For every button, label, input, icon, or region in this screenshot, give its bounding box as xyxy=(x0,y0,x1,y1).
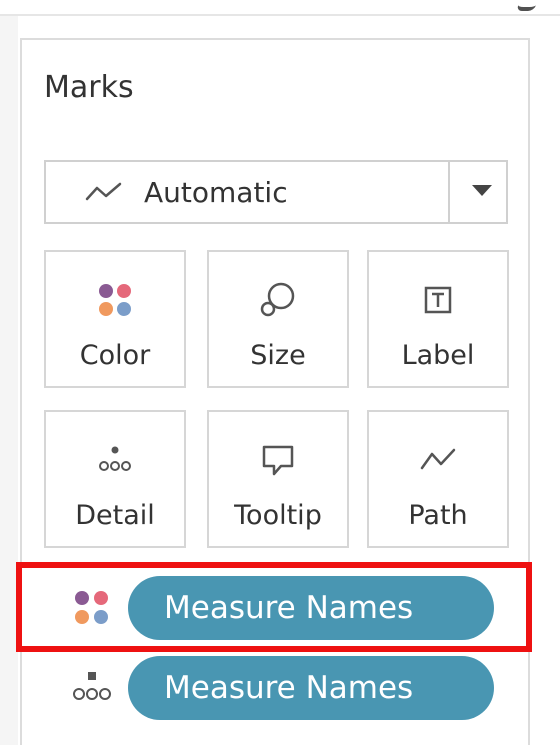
top-right-glyph xyxy=(515,0,539,11)
dropdown-divider xyxy=(448,162,450,222)
size-shelf-button[interactable]: Size xyxy=(207,250,349,388)
detail-shelf-button[interactable]: Detail xyxy=(44,410,186,548)
label-label: Label xyxy=(401,340,475,371)
color-label: Color xyxy=(79,340,151,371)
detail-dots-icon xyxy=(68,664,116,712)
tooltip-shelf-button[interactable]: Tooltip xyxy=(207,410,349,548)
speech-bubble-icon xyxy=(209,438,347,482)
detail-label: Detail xyxy=(75,500,155,531)
line-chart-icon xyxy=(84,177,124,207)
left-rail xyxy=(0,16,18,745)
size-label: Size xyxy=(250,340,306,371)
detail-encoding-row: Measure Names xyxy=(20,650,530,726)
path-label: Path xyxy=(408,500,468,531)
mark-type-dropdown[interactable]: Automatic xyxy=(44,160,508,224)
mark-type-selected-value: Automatic xyxy=(144,175,288,209)
color-shelf-button[interactable]: Color xyxy=(44,250,186,388)
detail-dots-icon xyxy=(46,438,184,482)
top-toolbar-strip xyxy=(0,0,560,16)
color-dots-icon xyxy=(68,584,116,632)
measure-names-detail-pill[interactable]: Measure Names xyxy=(128,656,494,720)
chevron-down-icon[interactable] xyxy=(472,185,492,196)
panel-title: Marks xyxy=(44,70,134,105)
tooltip-label: Tooltip xyxy=(234,500,322,531)
measure-names-color-pill[interactable]: Measure Names xyxy=(128,576,494,640)
text-label-icon xyxy=(369,278,507,322)
size-icon xyxy=(209,278,347,322)
path-line-icon xyxy=(369,438,507,482)
path-shelf-button[interactable]: Path xyxy=(367,410,509,548)
color-dots-icon xyxy=(46,278,184,322)
label-shelf-button[interactable]: Label xyxy=(367,250,509,388)
tableau-workspace: Marks Automatic Color Size Label Detail … xyxy=(0,0,560,745)
color-encoding-row: Measure Names xyxy=(20,570,530,646)
